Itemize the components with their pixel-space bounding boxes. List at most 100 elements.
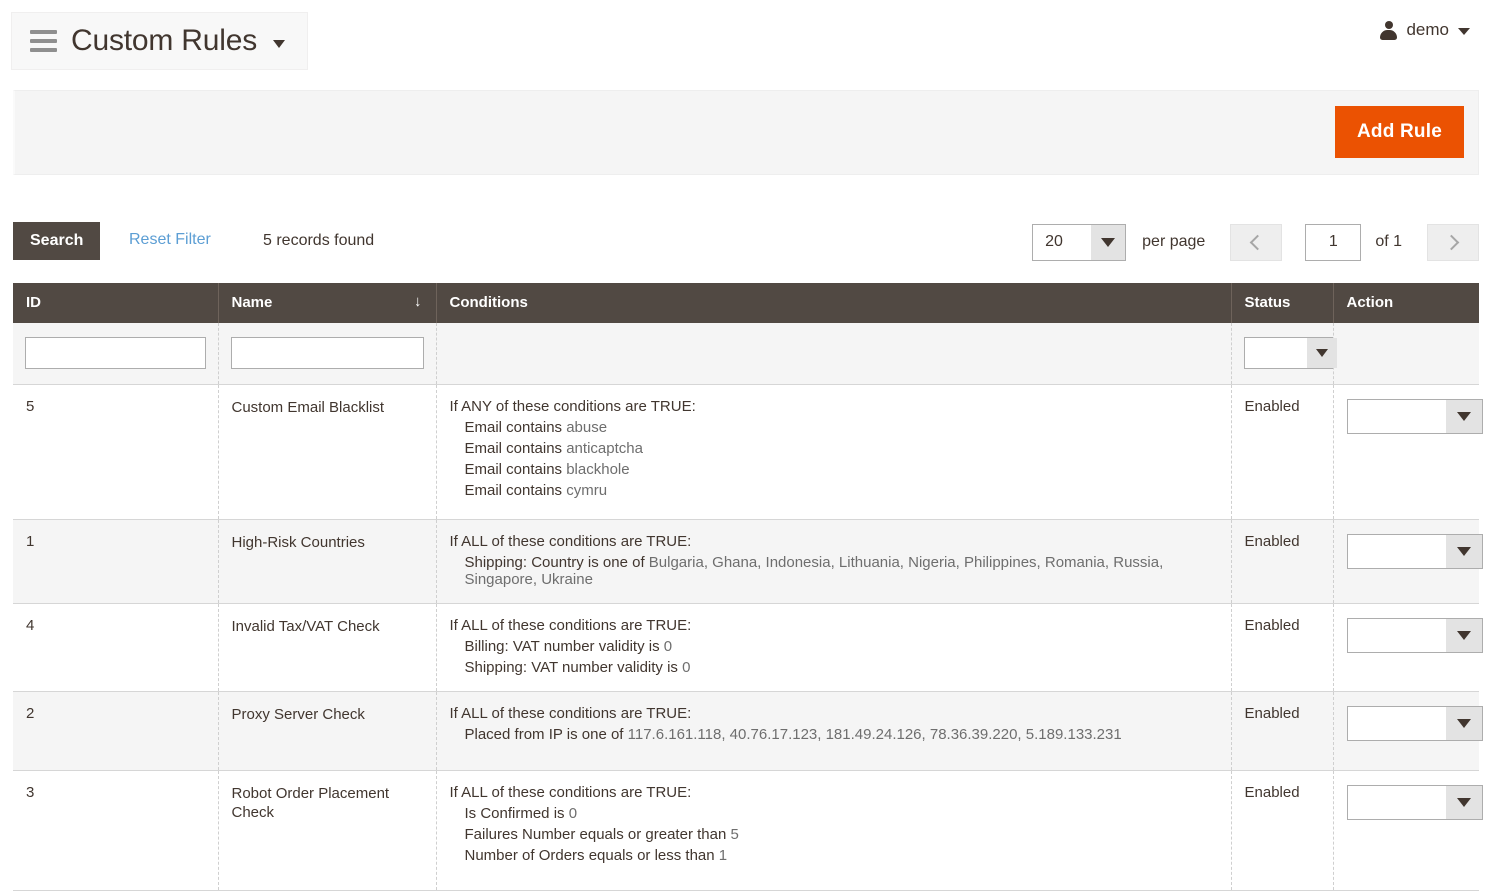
column-header-conditions-label: Conditions — [449, 294, 528, 311]
condition-value: cymru — [566, 481, 608, 499]
condition-text: Email contains — [464, 460, 567, 478]
filter-cell-name — [218, 323, 437, 385]
cell-conditions: If ALL of these conditions are TRUE: Pla… — [436, 691, 1232, 771]
condition-text: Is Confirmed is — [464, 804, 569, 822]
row-action-select[interactable] — [1346, 617, 1483, 653]
grid-toolbar: Search Reset Filter 5 records found 20 p… — [13, 222, 1479, 262]
chevron-right-icon — [1443, 234, 1460, 250]
user-name: demo — [1406, 20, 1449, 39]
condition-value: 0 — [568, 804, 578, 822]
column-header-id[interactable]: ID — [13, 283, 219, 323]
chevron-down-icon[interactable] — [273, 40, 285, 48]
table-row[interactable]: 1 High-Risk Countries If ALL of these co… — [13, 519, 1483, 604]
condition-value: 0 — [682, 658, 691, 676]
column-header-status-label: Status — [1244, 294, 1291, 311]
previous-page-button[interactable] — [1230, 223, 1283, 261]
per-page-select[interactable]: 20 — [1032, 223, 1127, 261]
cell-conditions: If ALL of these conditions are TRUE: Bil… — [436, 603, 1232, 692]
cell-name: Proxy Server Check — [218, 691, 437, 771]
cell-action — [1333, 603, 1483, 692]
cell-conditions: If ALL of these conditions are TRUE: Is … — [436, 770, 1232, 891]
conditions-header: If ANY of these conditions are TRUE: — [449, 397, 696, 415]
condition-line: Failures Number equals or greater than 5 — [450, 826, 1218, 843]
filter-input-name[interactable] — [230, 337, 424, 370]
chevron-down-icon — [1445, 618, 1482, 652]
conditions-header: If ALL of these conditions are TRUE: — [449, 704, 692, 722]
page-title-box[interactable]: Custom Rules — [11, 12, 308, 70]
cell-status: Enabled — [1231, 770, 1334, 891]
row-action-select[interactable] — [1346, 784, 1483, 820]
condition-text: Shipping: VAT number validity is — [464, 658, 683, 676]
condition-text: Failures Number equals or greater than — [464, 825, 731, 843]
conditions-header: If ALL of these conditions are TRUE: — [449, 616, 692, 634]
user-menu[interactable]: demo — [1380, 20, 1470, 40]
condition-value: 117.6.161.118, 40.76.17.123, 181.49.24.1… — [627, 725, 1122, 743]
condition-text: Email contains — [464, 439, 567, 457]
condition-value: 1 — [718, 846, 728, 864]
row-action-value — [1348, 619, 1446, 652]
column-header-name[interactable]: Name ↓ — [218, 283, 437, 323]
chevron-down-icon — [1445, 785, 1482, 819]
pager: 20 per page of 1 — [1032, 222, 1479, 262]
cell-name: Robot Order Placement Check — [218, 770, 437, 891]
column-header-conditions[interactable]: Conditions — [436, 283, 1232, 323]
table-row[interactable]: 5 Custom Email Blacklist If ANY of these… — [13, 384, 1483, 520]
condition-line: Shipping: VAT number validity is 0 — [450, 659, 1218, 676]
column-header-action: Action — [1333, 283, 1479, 323]
condition-line: Email contains cymru — [450, 482, 1218, 499]
filter-select-status-value — [1245, 338, 1307, 368]
column-header-status[interactable]: Status — [1231, 283, 1334, 323]
total-pages-label: of 1 — [1375, 233, 1402, 250]
cell-name: Invalid Tax/VAT Check — [218, 603, 437, 692]
condition-line: Billing: VAT number validity is 0 — [450, 638, 1218, 655]
cell-id: 4 — [13, 603, 219, 692]
grid-filter-row — [13, 323, 1479, 385]
condition-text: Shipping: Country is one of — [464, 553, 649, 571]
condition-line: Email contains blackhole — [450, 461, 1218, 478]
condition-line: Email contains abuse — [450, 419, 1218, 436]
row-action-value — [1348, 535, 1446, 568]
chevron-down-icon — [1445, 706, 1482, 740]
add-rule-button[interactable]: Add Rule — [1335, 106, 1464, 158]
row-action-select[interactable] — [1346, 398, 1483, 434]
cell-status: Enabled — [1231, 519, 1334, 604]
filter-select-status[interactable] — [1243, 337, 1338, 370]
table-row[interactable]: 2 Proxy Server Check If ALL of these con… — [13, 691, 1483, 771]
sort-descending-icon: ↓ — [414, 293, 422, 310]
filter-cell-status — [1231, 323, 1338, 385]
row-action-value — [1348, 707, 1446, 740]
reset-filter-link[interactable]: Reset Filter — [129, 231, 211, 249]
search-button[interactable]: Search — [13, 222, 101, 260]
condition-line: Number of Orders equals or less than 1 — [450, 847, 1218, 864]
cell-id: 5 — [13, 384, 219, 520]
column-header-id-label: ID — [26, 294, 41, 311]
conditions-header: If ALL of these conditions are TRUE: — [449, 783, 692, 801]
filter-cell-conditions — [436, 323, 1232, 385]
cell-name: High-Risk Countries — [218, 519, 437, 604]
custom-rules-grid: ID Name ↓ Conditions Status Action 5 Cus… — [13, 283, 1483, 891]
page-number-input[interactable] — [1305, 223, 1362, 261]
condition-value: 0 — [663, 637, 673, 655]
hamburger-icon[interactable] — [30, 30, 57, 52]
row-action-select[interactable] — [1346, 705, 1483, 741]
filter-input-id[interactable] — [25, 337, 206, 370]
table-row[interactable]: 3 Robot Order Placement Check If ALL of … — [13, 770, 1483, 891]
page-title: Custom Rules — [71, 24, 257, 57]
condition-text: Email contains — [464, 481, 567, 499]
cell-status: Enabled — [1231, 691, 1334, 771]
table-row[interactable]: 4 Invalid Tax/VAT Check If ALL of these … — [13, 603, 1483, 692]
cell-id: 1 — [13, 519, 219, 604]
grid-header-row: ID Name ↓ Conditions Status Action — [13, 283, 1479, 323]
per-page-label: per page — [1142, 233, 1206, 250]
row-action-value — [1348, 786, 1446, 819]
conditions-header: If ALL of these conditions are TRUE: — [449, 532, 692, 550]
next-page-button[interactable] — [1427, 223, 1479, 261]
cell-status: Enabled — [1231, 384, 1334, 520]
condition-line: Placed from IP is one of 117.6.161.118, … — [450, 726, 1218, 743]
condition-value: abuse — [566, 418, 608, 436]
filter-cell-id — [13, 323, 219, 385]
chevron-down-icon[interactable] — [1458, 28, 1470, 35]
page-actions-bar: Add Rule — [13, 90, 1479, 175]
records-found-label: 5 records found — [263, 232, 375, 249]
row-action-select[interactable] — [1346, 533, 1483, 569]
